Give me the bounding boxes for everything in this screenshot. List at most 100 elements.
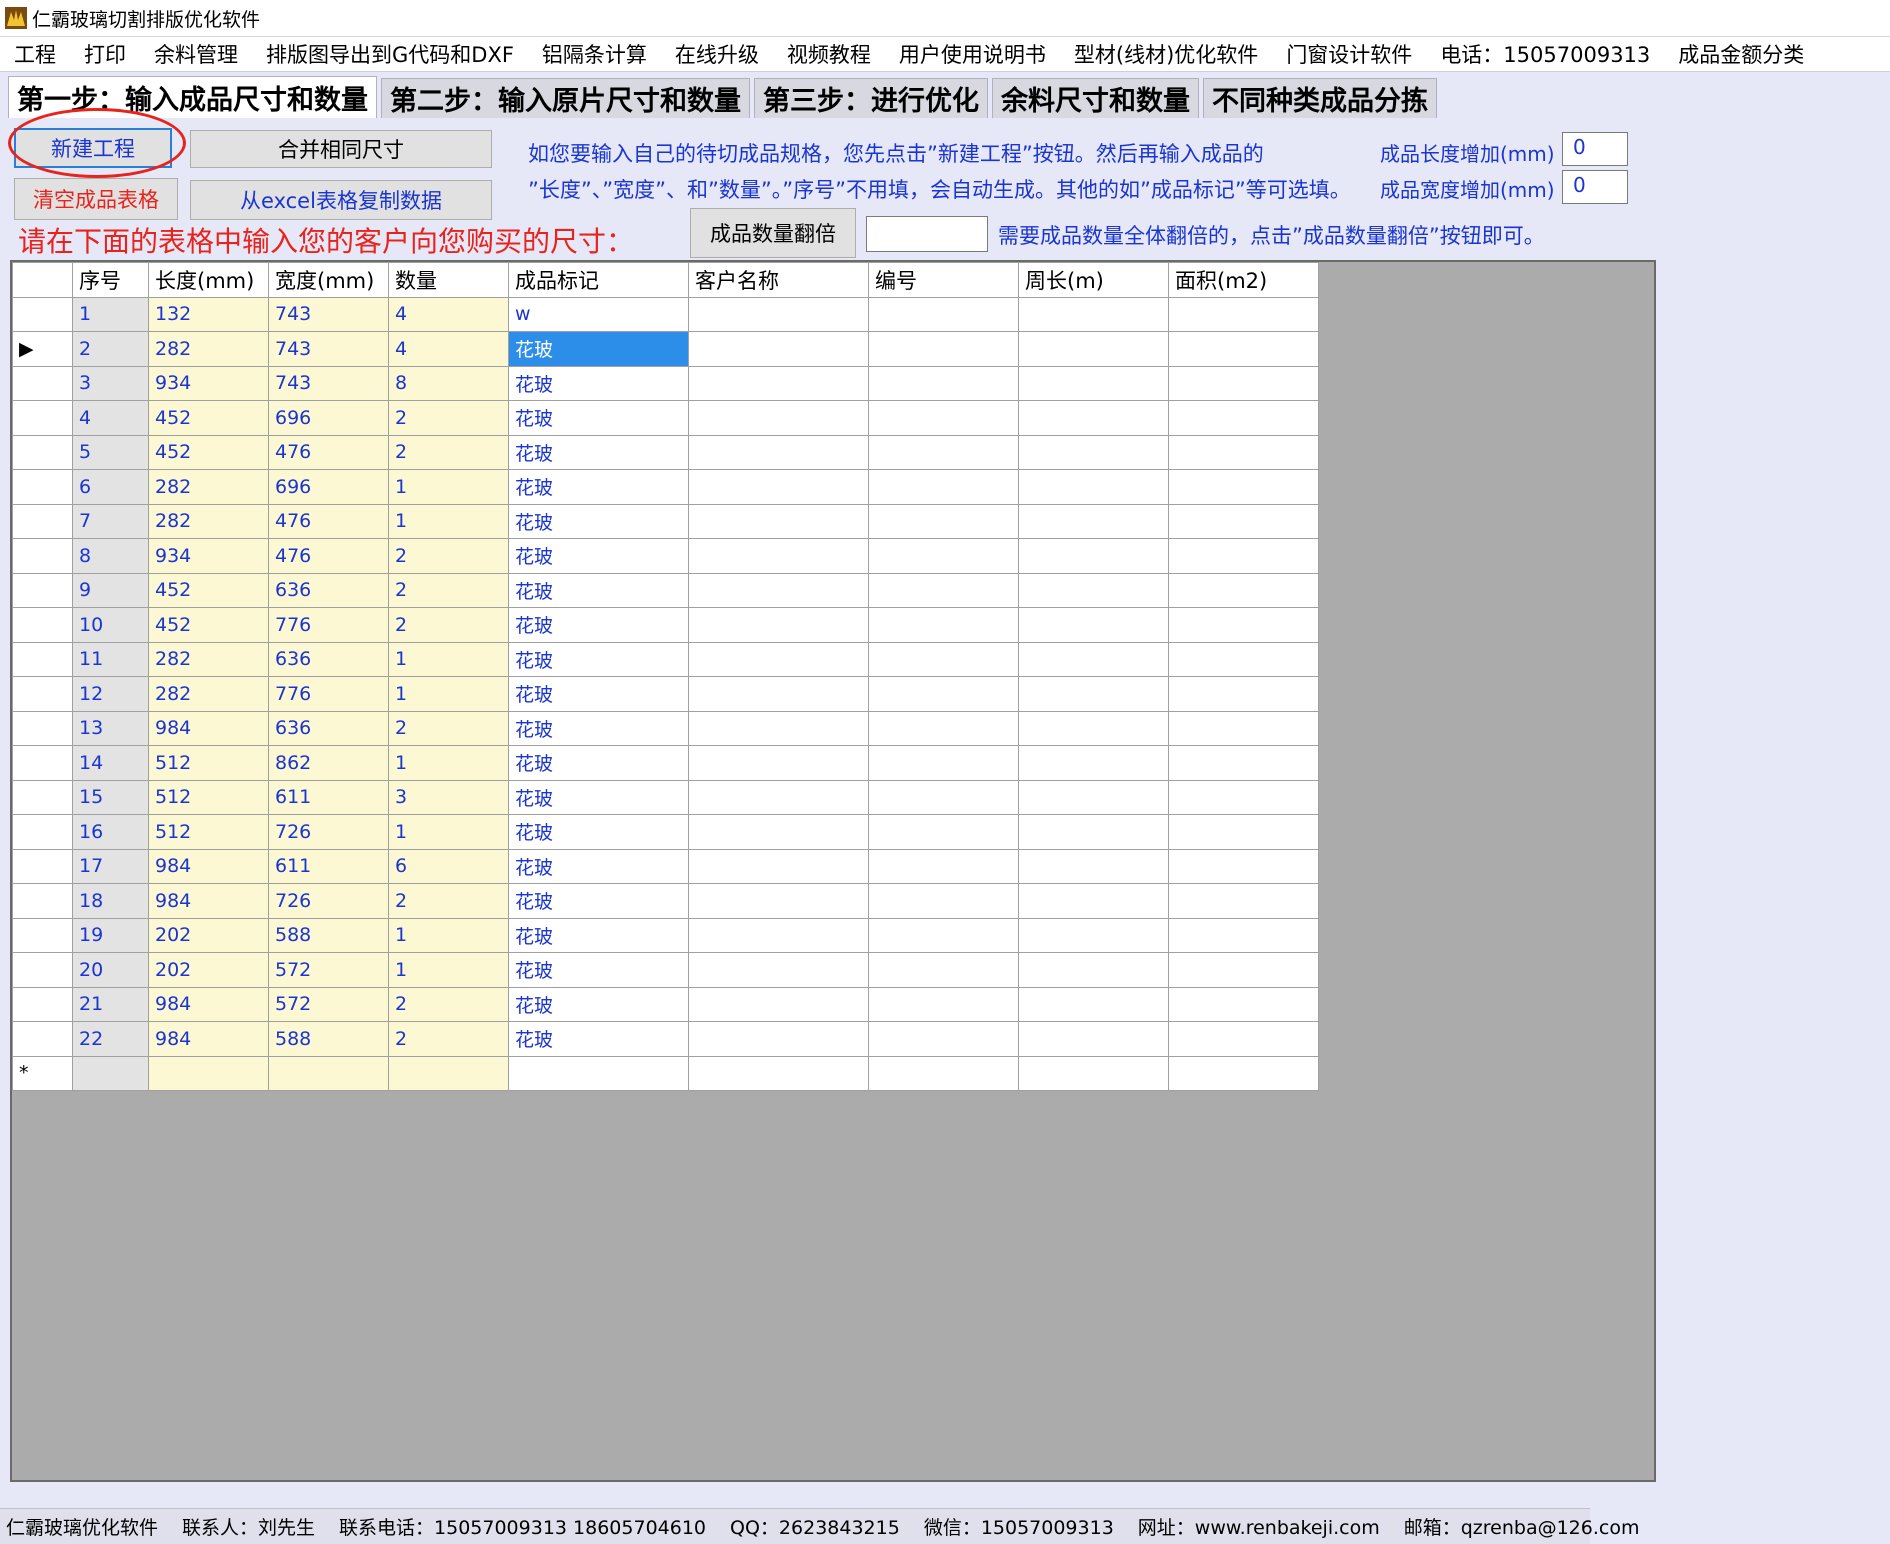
row-selector[interactable]: [12, 676, 73, 712]
cell-mark[interactable]: 花玻: [508, 503, 689, 539]
cell-index[interactable]: 19: [72, 917, 149, 953]
cell-qty[interactable]: 1: [388, 952, 509, 988]
cell-index[interactable]: 18: [72, 883, 149, 919]
cell-qty[interactable]: 1: [388, 814, 509, 850]
cell-width[interactable]: 572: [268, 986, 389, 1022]
cell-width[interactable]: 743: [268, 296, 389, 332]
cell-qty[interactable]: 6: [388, 848, 509, 884]
row-selector[interactable]: [12, 745, 73, 781]
cell-qty[interactable]: 2: [388, 883, 509, 919]
cell-customer[interactable]: [688, 296, 869, 332]
cell-perimeter[interactable]: [1018, 607, 1169, 643]
cell-customer[interactable]: [688, 986, 869, 1022]
cell-code[interactable]: [868, 676, 1019, 712]
menu-profile-software[interactable]: 型材(线材)优化软件: [1060, 39, 1272, 69]
cell-customer[interactable]: [688, 503, 869, 539]
table-row[interactable]: 6 282 696 1 花玻: [12, 469, 1319, 505]
cell-index[interactable]: 2: [72, 331, 149, 367]
cell-area[interactable]: [1168, 572, 1319, 608]
cell-index[interactable]: 22: [72, 1021, 149, 1057]
row-selector[interactable]: [12, 848, 73, 884]
cell-width[interactable]: 726: [268, 814, 389, 850]
tab-step3[interactable]: 第三步：进行优化: [754, 78, 988, 118]
cell-qty[interactable]: 2: [388, 538, 509, 574]
cell-length[interactable]: 452: [148, 434, 269, 470]
table-row[interactable]: 14 512 862 1 花玻: [12, 745, 1319, 781]
cell-length[interactable]: 984: [148, 883, 269, 919]
cell-mark[interactable]: 花玻: [508, 710, 689, 746]
cell-mark[interactable]: 花玻: [508, 848, 689, 884]
cell-mark[interactable]: 花玻: [508, 745, 689, 781]
row-selector[interactable]: [12, 641, 73, 677]
menu-remnant[interactable]: 余料管理: [140, 39, 252, 69]
cell-area[interactable]: [1168, 469, 1319, 505]
cell-code[interactable]: [868, 365, 1019, 401]
table-row[interactable]: 18 984 726 2 花玻: [12, 883, 1319, 919]
col-qty-header[interactable]: 数量: [388, 262, 509, 298]
cell-qty[interactable]: 1: [388, 503, 509, 539]
cell-area[interactable]: [1168, 779, 1319, 815]
cell-perimeter[interactable]: [1018, 365, 1169, 401]
cell-code[interactable]: [868, 710, 1019, 746]
cell-length[interactable]: 984: [148, 848, 269, 884]
cell-index[interactable]: 13: [72, 710, 149, 746]
cell-area[interactable]: [1168, 986, 1319, 1022]
col-code-header[interactable]: 编号: [868, 262, 1019, 298]
menu-window-design[interactable]: 门窗设计软件: [1272, 39, 1426, 69]
cell-area[interactable]: [1168, 538, 1319, 574]
cell-length[interactable]: 452: [148, 572, 269, 608]
cell-length[interactable]: 984: [148, 1021, 269, 1057]
cell-width[interactable]: 476: [268, 503, 389, 539]
cell-customer[interactable]: [688, 1021, 869, 1057]
cell-length[interactable]: 984: [148, 710, 269, 746]
cell-code[interactable]: [868, 917, 1019, 953]
row-selector[interactable]: [12, 710, 73, 746]
cell-customer[interactable]: [688, 814, 869, 850]
cell-code[interactable]: [868, 331, 1019, 367]
cell-customer[interactable]: [688, 779, 869, 815]
cell-index[interactable]: 21: [72, 986, 149, 1022]
cell-customer[interactable]: [688, 1055, 869, 1091]
cell-length[interactable]: 934: [148, 365, 269, 401]
menu-amount-class[interactable]: 成品金额分类: [1664, 39, 1818, 69]
cell-length[interactable]: 282: [148, 641, 269, 677]
cell-perimeter[interactable]: [1018, 848, 1169, 884]
cell-code[interactable]: [868, 779, 1019, 815]
cell-code[interactable]: [868, 986, 1019, 1022]
cell-width[interactable]: 588: [268, 1021, 389, 1057]
col-length-header[interactable]: 长度(mm): [148, 262, 269, 298]
menu-project[interactable]: 工程: [0, 39, 70, 69]
cell-perimeter[interactable]: [1018, 1055, 1169, 1091]
cell-perimeter[interactable]: [1018, 434, 1169, 470]
cell-code[interactable]: [868, 1055, 1019, 1091]
cell-index[interactable]: 11: [72, 641, 149, 677]
copy-excel-button[interactable]: 从excel表格复制数据: [190, 180, 492, 220]
cell-perimeter[interactable]: [1018, 814, 1169, 850]
cell-mark[interactable]: 花玻: [508, 1021, 689, 1057]
cell-width[interactable]: 696: [268, 469, 389, 505]
col-width-header[interactable]: 宽度(mm): [268, 262, 389, 298]
cell-code[interactable]: [868, 745, 1019, 781]
table-row[interactable]: 19 202 588 1 花玻: [12, 917, 1319, 953]
cell-qty[interactable]: 2: [388, 400, 509, 436]
cell-qty[interactable]: 2: [388, 710, 509, 746]
cell-length[interactable]: 282: [148, 676, 269, 712]
cell-index[interactable]: 8: [72, 538, 149, 574]
cell-area[interactable]: [1168, 745, 1319, 781]
cell-length[interactable]: 282: [148, 503, 269, 539]
cell-length[interactable]: 282: [148, 331, 269, 367]
row-selector[interactable]: [12, 952, 73, 988]
cell-customer[interactable]: [688, 469, 869, 505]
cell-area[interactable]: [1168, 848, 1319, 884]
cell-mark[interactable]: 花玻: [508, 331, 689, 367]
cell-customer[interactable]: [688, 365, 869, 401]
row-selector[interactable]: ▶: [12, 331, 73, 367]
row-selector[interactable]: [12, 434, 73, 470]
cell-area[interactable]: [1168, 503, 1319, 539]
row-selector[interactable]: [12, 503, 73, 539]
cell-perimeter[interactable]: [1018, 400, 1169, 436]
cell-area[interactable]: [1168, 883, 1319, 919]
row-selector[interactable]: [12, 400, 73, 436]
cell-perimeter[interactable]: [1018, 952, 1169, 988]
cell-length[interactable]: 934: [148, 538, 269, 574]
